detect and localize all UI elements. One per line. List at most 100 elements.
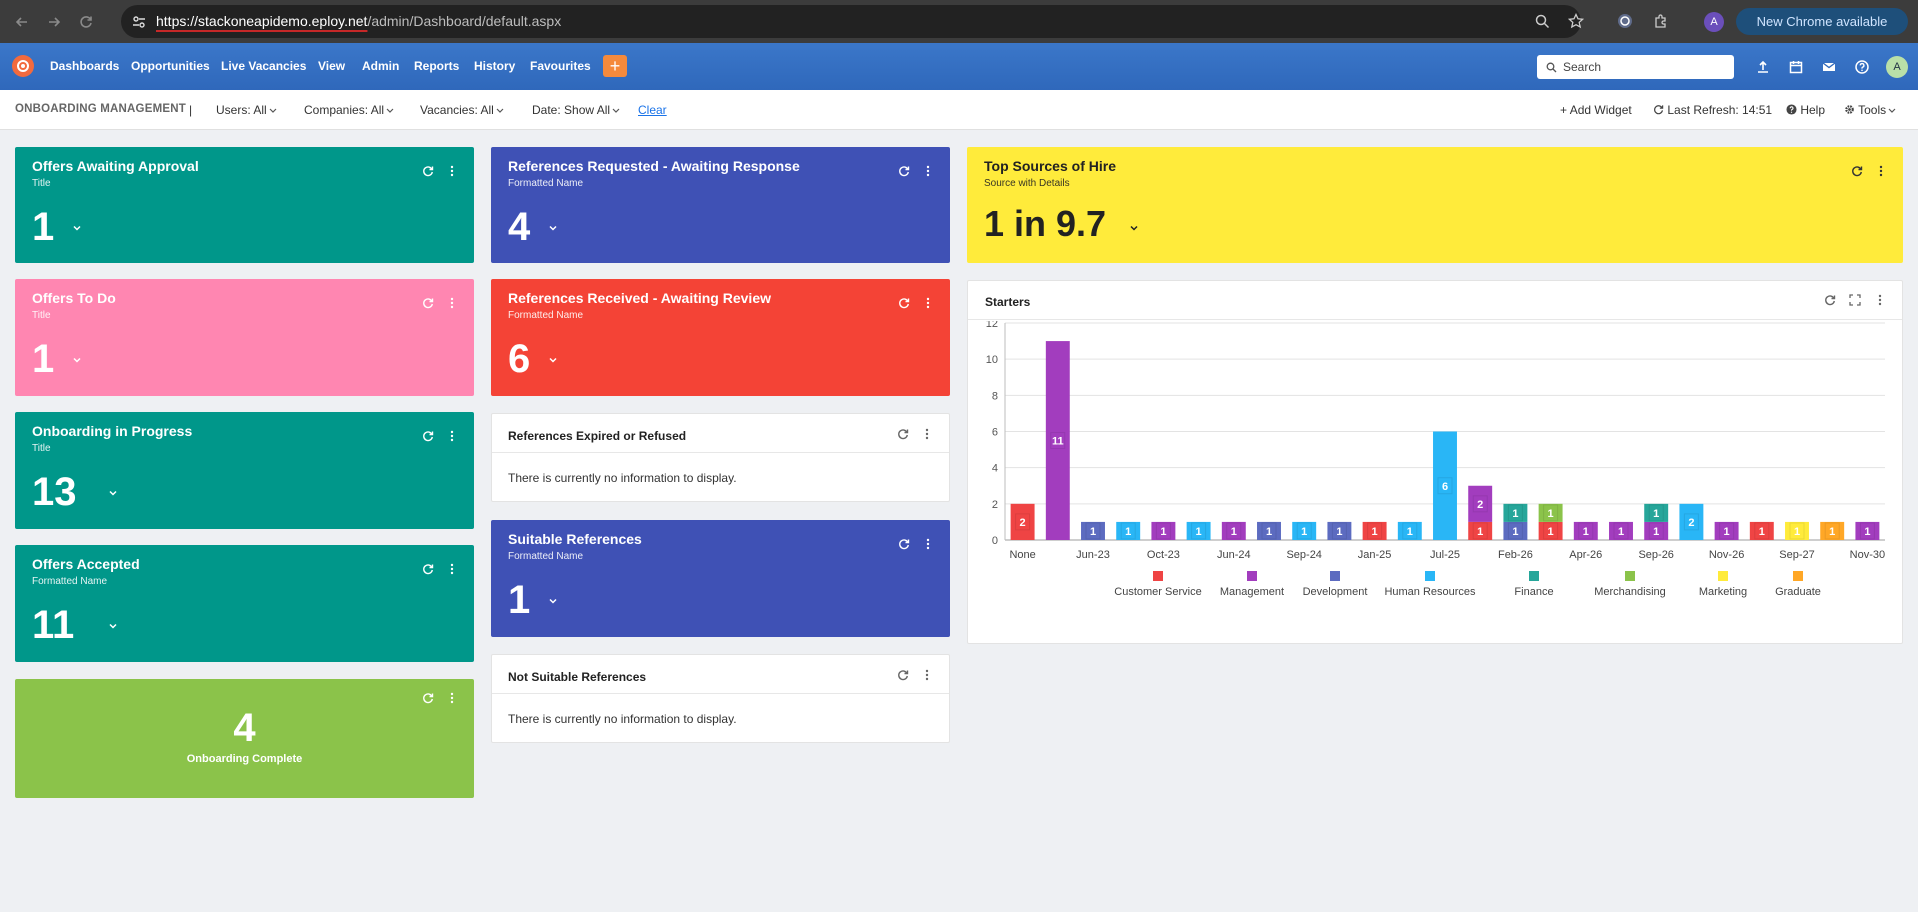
refresh-icon[interactable] (422, 297, 434, 309)
upload-icon[interactable] (1756, 60, 1770, 74)
data-label: 1 (1548, 508, 1554, 520)
more-vert-icon[interactable] (921, 669, 933, 681)
eploy-logo-icon[interactable] (12, 55, 34, 77)
nav-view[interactable]: View (318, 59, 345, 73)
more-vert-icon[interactable] (922, 165, 934, 177)
widget-value[interactable]: 11 (32, 603, 74, 648)
refresh-icon[interactable] (897, 669, 909, 681)
nav-favourites[interactable]: Favourites (530, 59, 591, 73)
widget-value[interactable]: 1 (32, 205, 54, 250)
nav-dashboards[interactable]: Dashboards (50, 59, 119, 73)
refresh-icon[interactable] (422, 165, 434, 177)
more-vert-icon[interactable] (446, 692, 458, 704)
chevron-down-icon[interactable] (72, 223, 82, 233)
refresh-icon[interactable] (422, 692, 434, 704)
more-vert-icon[interactable] (446, 297, 458, 309)
tools-menu[interactable]: Tools (1844, 103, 1896, 117)
chevron-down-icon (612, 108, 620, 113)
chevron-down-icon[interactable] (108, 621, 118, 631)
search-input[interactable]: Search (1537, 55, 1734, 79)
reload-icon[interactable] (74, 10, 98, 34)
mail-icon[interactable] (1822, 60, 1836, 74)
references-expired-widget: References Expired or Refused There is c… (491, 413, 950, 502)
x-tick-label: Oct-23 (1147, 549, 1180, 561)
data-label: 1 (1407, 526, 1413, 538)
more-vert-icon[interactable] (1874, 294, 1886, 306)
widget-value[interactable]: 1 (32, 337, 54, 382)
widget-value[interactable]: 6 (508, 337, 530, 382)
user-avatar[interactable]: A (1886, 56, 1908, 78)
refresh-icon[interactable] (422, 430, 434, 442)
widget-title: Offers Accepted (32, 556, 140, 572)
more-vert-icon[interactable] (1875, 165, 1887, 177)
nav-history[interactable]: History (474, 59, 515, 73)
widget-value[interactable]: 1 (508, 578, 530, 623)
refresh-icon[interactable] (898, 165, 910, 177)
nav-reports[interactable]: Reports (414, 59, 459, 73)
more-vert-icon[interactable] (922, 538, 934, 550)
vacancies-filter[interactable]: Vacancies: All (420, 103, 504, 117)
legend-label: Merchandising (1594, 586, 1666, 598)
password-manager-icon[interactable] (1617, 13, 1633, 29)
date-filter[interactable]: Date: Show All (532, 103, 620, 117)
chevron-down-icon[interactable] (548, 596, 558, 606)
nav-opportunities[interactable]: Opportunities (131, 59, 210, 73)
more-vert-icon[interactable] (446, 563, 458, 575)
profile-avatar[interactable]: A (1704, 12, 1724, 32)
search-placeholder: Search (1563, 60, 1602, 74)
data-label: 1 (1583, 526, 1589, 538)
quick-add-button[interactable]: + (603, 55, 627, 77)
more-vert-icon[interactable] (921, 428, 933, 440)
widget-value[interactable]: 4 (508, 205, 530, 250)
chevron-down-icon[interactable] (548, 223, 558, 233)
widget-value[interactable]: 1 in 9.7 (984, 203, 1106, 245)
x-tick-label: Apr-26 (1569, 549, 1602, 561)
divider (492, 693, 949, 694)
help-circle-icon[interactable] (1855, 60, 1869, 74)
zoom-icon[interactable] (1535, 14, 1550, 29)
chevron-down-icon[interactable] (1129, 223, 1139, 233)
refresh-icon[interactable] (898, 538, 910, 550)
nav-live-vacancies[interactable]: Live Vacancies (221, 59, 306, 73)
extensions-icon[interactable] (1653, 13, 1669, 29)
fullscreen-icon[interactable] (1849, 294, 1861, 306)
companies-filter[interactable]: Companies: All (304, 103, 394, 117)
help-button[interactable]: Help (1786, 103, 1825, 117)
forward-icon[interactable] (42, 10, 66, 34)
nav-admin[interactable]: Admin (362, 59, 399, 73)
references-requested-widget: References Requested - Awaiting Response… (491, 147, 950, 263)
chevron-down-icon[interactable] (108, 488, 118, 498)
users-filter[interactable]: Users: All (216, 103, 277, 117)
app-navbar: Dashboards Opportunities Live Vacancies … (0, 43, 1918, 90)
data-label: 1 (1829, 526, 1835, 538)
chrome-update-button[interactable]: New Chrome available (1736, 8, 1908, 35)
refresh-icon[interactable] (897, 428, 909, 440)
refresh-icon[interactable] (1851, 165, 1863, 177)
clear-filters-link[interactable]: Clear (638, 103, 667, 117)
widget-title: Top Sources of Hire (984, 158, 1116, 174)
add-widget-button[interactable]: + Add Widget (1560, 103, 1632, 117)
refresh-icon[interactable] (898, 297, 910, 309)
data-label: 1 (1794, 526, 1800, 538)
refresh-button[interactable]: Last Refresh: 14:51 (1653, 103, 1772, 117)
y-tick-label: 8 (992, 390, 998, 402)
legend-label: Management (1220, 586, 1284, 598)
more-vert-icon[interactable] (446, 165, 458, 177)
data-label: 1 (1759, 526, 1765, 538)
refresh-icon[interactable] (422, 563, 434, 575)
chevron-down-icon[interactable] (548, 355, 558, 365)
more-vert-icon[interactable] (922, 297, 934, 309)
chevron-down-icon[interactable] (72, 355, 82, 365)
calendar-icon[interactable] (1789, 60, 1803, 74)
site-info-icon[interactable] (131, 14, 147, 30)
widget-value[interactable]: 13 (32, 470, 77, 515)
onboarding-complete-widget: 4 Onboarding Complete (15, 679, 474, 798)
back-icon[interactable] (10, 10, 34, 34)
widget-value[interactable]: 4 (15, 706, 474, 751)
widget-title: Offers To Do (32, 290, 116, 306)
widget-label: Onboarding Complete (186, 753, 303, 765)
bookmark-star-icon[interactable] (1568, 13, 1584, 29)
refresh-icon[interactable] (1824, 294, 1836, 306)
more-vert-icon[interactable] (446, 430, 458, 442)
widget-title: Not Suitable References (508, 670, 647, 684)
